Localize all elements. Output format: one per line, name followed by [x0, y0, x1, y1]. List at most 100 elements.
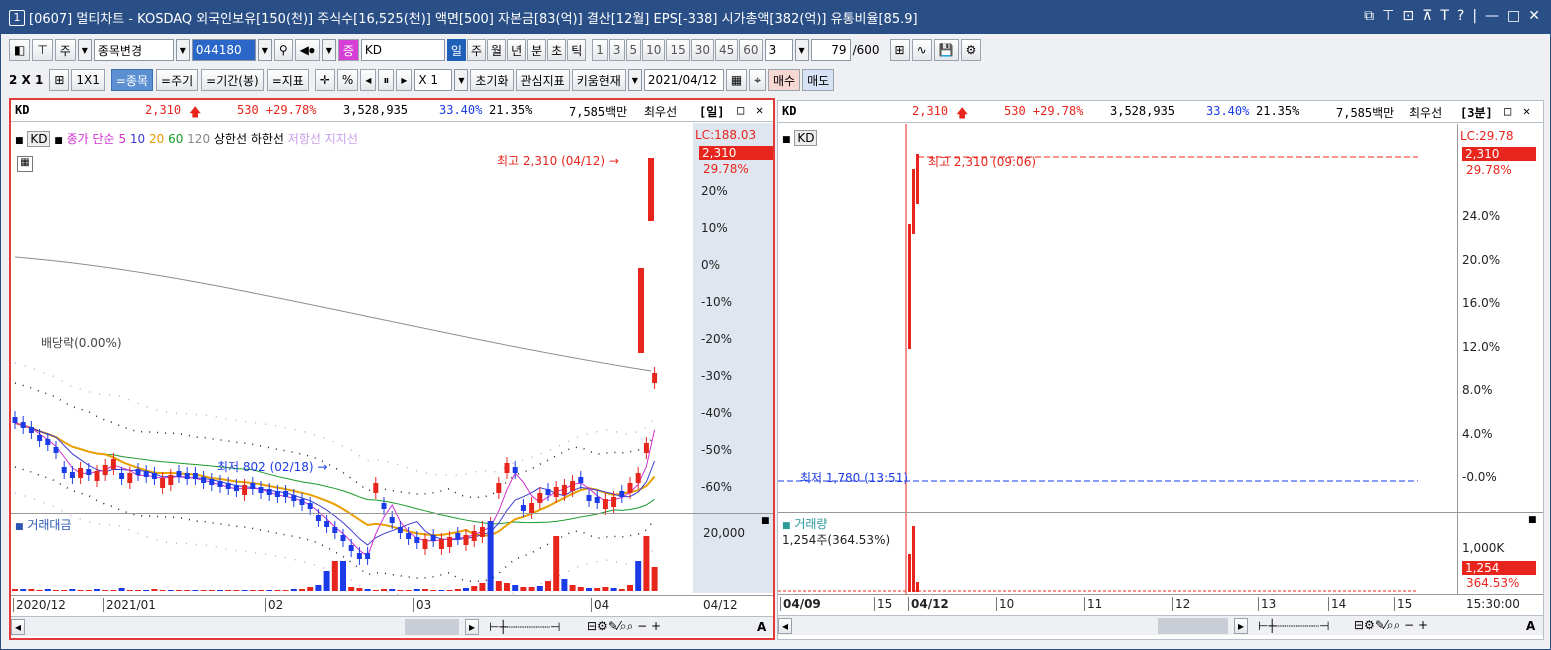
symbol-change-menu[interactable]: 종목변경 — [93, 39, 174, 61]
period-tab[interactable]: 주 — [466, 39, 487, 61]
gear-icon[interactable]: ⚙ — [960, 39, 982, 61]
volume-bar[interactable] — [102, 590, 109, 591]
zoom-slider[interactable]: ⊢┼┈┈┈┈┈┈⊣ — [489, 620, 560, 634]
volume-bar[interactable] — [618, 589, 625, 591]
volume-bar[interactable] — [627, 585, 633, 591]
title-control-0[interactable]: ⧉ — [1364, 8, 1374, 24]
minute-chart-panel[interactable]: KD 2,310 🡅 530 +29.78% 3,528,935 33.40% … — [777, 100, 1544, 640]
count-select[interactable]: 3 — [764, 39, 793, 61]
candle[interactable] — [373, 477, 379, 499]
count-input[interactable]: 79 — [810, 39, 851, 61]
interval-button[interactable]: 1 — [592, 39, 608, 61]
candle[interactable] — [61, 461, 67, 479]
volume-bar[interactable] — [381, 589, 387, 591]
volume-bar[interactable] — [176, 590, 182, 591]
volume-bar[interactable] — [12, 589, 18, 591]
volume-bar[interactable] — [159, 590, 166, 591]
chart-tools-icons[interactable]: ⊟⚙✎⁄⌕⌕ − + — [1354, 618, 1428, 633]
volume-bar[interactable] — [471, 586, 478, 591]
buy-button[interactable]: 매수 — [767, 69, 801, 91]
volume-bar[interactable] — [249, 590, 256, 591]
search-icon[interactable]: ⚲ — [273, 39, 293, 61]
volume-bar[interactable] — [69, 589, 76, 591]
volume-bar[interactable] — [53, 590, 59, 591]
candle[interactable] — [143, 465, 149, 483]
volume-bar[interactable] — [126, 590, 133, 591]
candle[interactable] — [916, 154, 919, 204]
close-icon[interactable]: ✕ — [756, 103, 763, 117]
volume-bar[interactable] — [651, 567, 658, 591]
cursor-icon[interactable]: ⌖ — [749, 69, 766, 91]
volume-bar[interactable] — [479, 583, 486, 591]
volume-bar[interactable] — [282, 590, 289, 591]
candle[interactable] — [638, 268, 644, 353]
mode-tab[interactable]: =종목 — [110, 69, 154, 91]
volume-bar[interactable] — [446, 590, 453, 591]
candle[interactable] — [908, 224, 911, 349]
reset-button[interactable]: 초기화 — [470, 69, 514, 91]
chevron-down-icon[interactable]: ▼ — [627, 69, 642, 91]
percent-button[interactable]: % — [336, 69, 359, 91]
volume-bar[interactable] — [323, 571, 330, 591]
candle[interactable] — [201, 471, 207, 489]
volume-bar[interactable] — [594, 588, 601, 591]
chevron-down-icon[interactable]: ▼ — [321, 39, 336, 61]
scroll-right-icon[interactable]: ▸ — [396, 69, 413, 91]
candle[interactable] — [537, 487, 543, 509]
candle[interactable] — [176, 465, 182, 483]
volume-bar[interactable] — [307, 587, 314, 591]
crosshair-icon[interactable]: ✛ — [314, 69, 335, 91]
chevron-down-icon[interactable]: ▼ — [257, 39, 272, 61]
volume-bar[interactable] — [635, 561, 642, 591]
volume-bar[interactable] — [643, 536, 650, 591]
candle[interactable] — [217, 475, 223, 493]
volume-bar[interactable] — [184, 590, 191, 591]
candle[interactable] — [135, 463, 141, 481]
volume-bar[interactable] — [266, 590, 273, 591]
period-tab[interactable]: 분 — [527, 39, 547, 61]
candle[interactable] — [53, 441, 59, 459]
volume-bar[interactable] — [208, 590, 215, 591]
interest-indicator-button[interactable]: 관심지표 — [515, 69, 570, 91]
title-control-7[interactable]: — — [1485, 8, 1499, 24]
title-control-5[interactable]: ? — [1457, 8, 1464, 24]
volume-bar[interactable] — [200, 590, 207, 591]
line-tool-icon[interactable]: ∿ — [911, 39, 932, 61]
scroll-left-icon[interactable]: ◂ — [360, 69, 377, 91]
volume-bar[interactable] — [28, 589, 35, 591]
daily-chart-panel[interactable]: KD 2,310 🡅 530 +29.78% 3,528,935 33.40% … — [9, 98, 775, 640]
interval-button[interactable]: 10 — [642, 39, 666, 61]
volume-bar[interactable] — [118, 588, 125, 591]
volume-bar[interactable] — [372, 590, 379, 591]
candle[interactable] — [250, 477, 256, 495]
candle[interactable] — [586, 489, 592, 507]
volume-bar[interactable] — [258, 590, 264, 591]
period-tab[interactable]: 초 — [547, 39, 567, 61]
volume-bars[interactable] — [778, 514, 1456, 594]
volume-bar[interactable] — [495, 581, 502, 591]
chart-tools-icons[interactable]: ⊟⚙✎⁄⌕⌕ − + — [587, 619, 661, 634]
volume-bar[interactable] — [110, 590, 117, 591]
volume-bar[interactable] — [299, 589, 305, 591]
volume-bar[interactable] — [545, 581, 551, 591]
volume-bar[interactable] — [61, 590, 68, 591]
candle[interactable] — [209, 473, 215, 491]
candle[interactable] — [299, 493, 305, 511]
chart-scrollbar[interactable]: ◂ ▸ ⊢┼┈┈┈┈┈┈⊣ ⊟⚙✎⁄⌕⌕ − + A — [778, 615, 1543, 635]
volume-bar[interactable] — [454, 589, 461, 591]
interval-button[interactable]: 30 — [690, 39, 715, 61]
volume-bar[interactable] — [561, 579, 568, 591]
volume-bar[interactable] — [233, 590, 240, 591]
candle[interactable] — [78, 462, 84, 484]
volume-bar[interactable] — [463, 588, 469, 591]
volume-bar[interactable] — [20, 589, 27, 591]
period-tab[interactable]: 틱 — [567, 39, 587, 61]
chevron-down-icon[interactable]: ▼ — [454, 69, 469, 91]
volume-bar[interactable] — [438, 590, 445, 591]
candle[interactable] — [151, 467, 157, 485]
volume-bar[interactable] — [85, 590, 92, 591]
zoom-slider[interactable]: ⊢┼┈┈┈┈┈┈⊣ — [1258, 619, 1329, 633]
candle[interactable] — [578, 471, 584, 489]
volume-bar[interactable] — [504, 583, 510, 591]
period-tab[interactable]: 일 — [446, 39, 466, 61]
